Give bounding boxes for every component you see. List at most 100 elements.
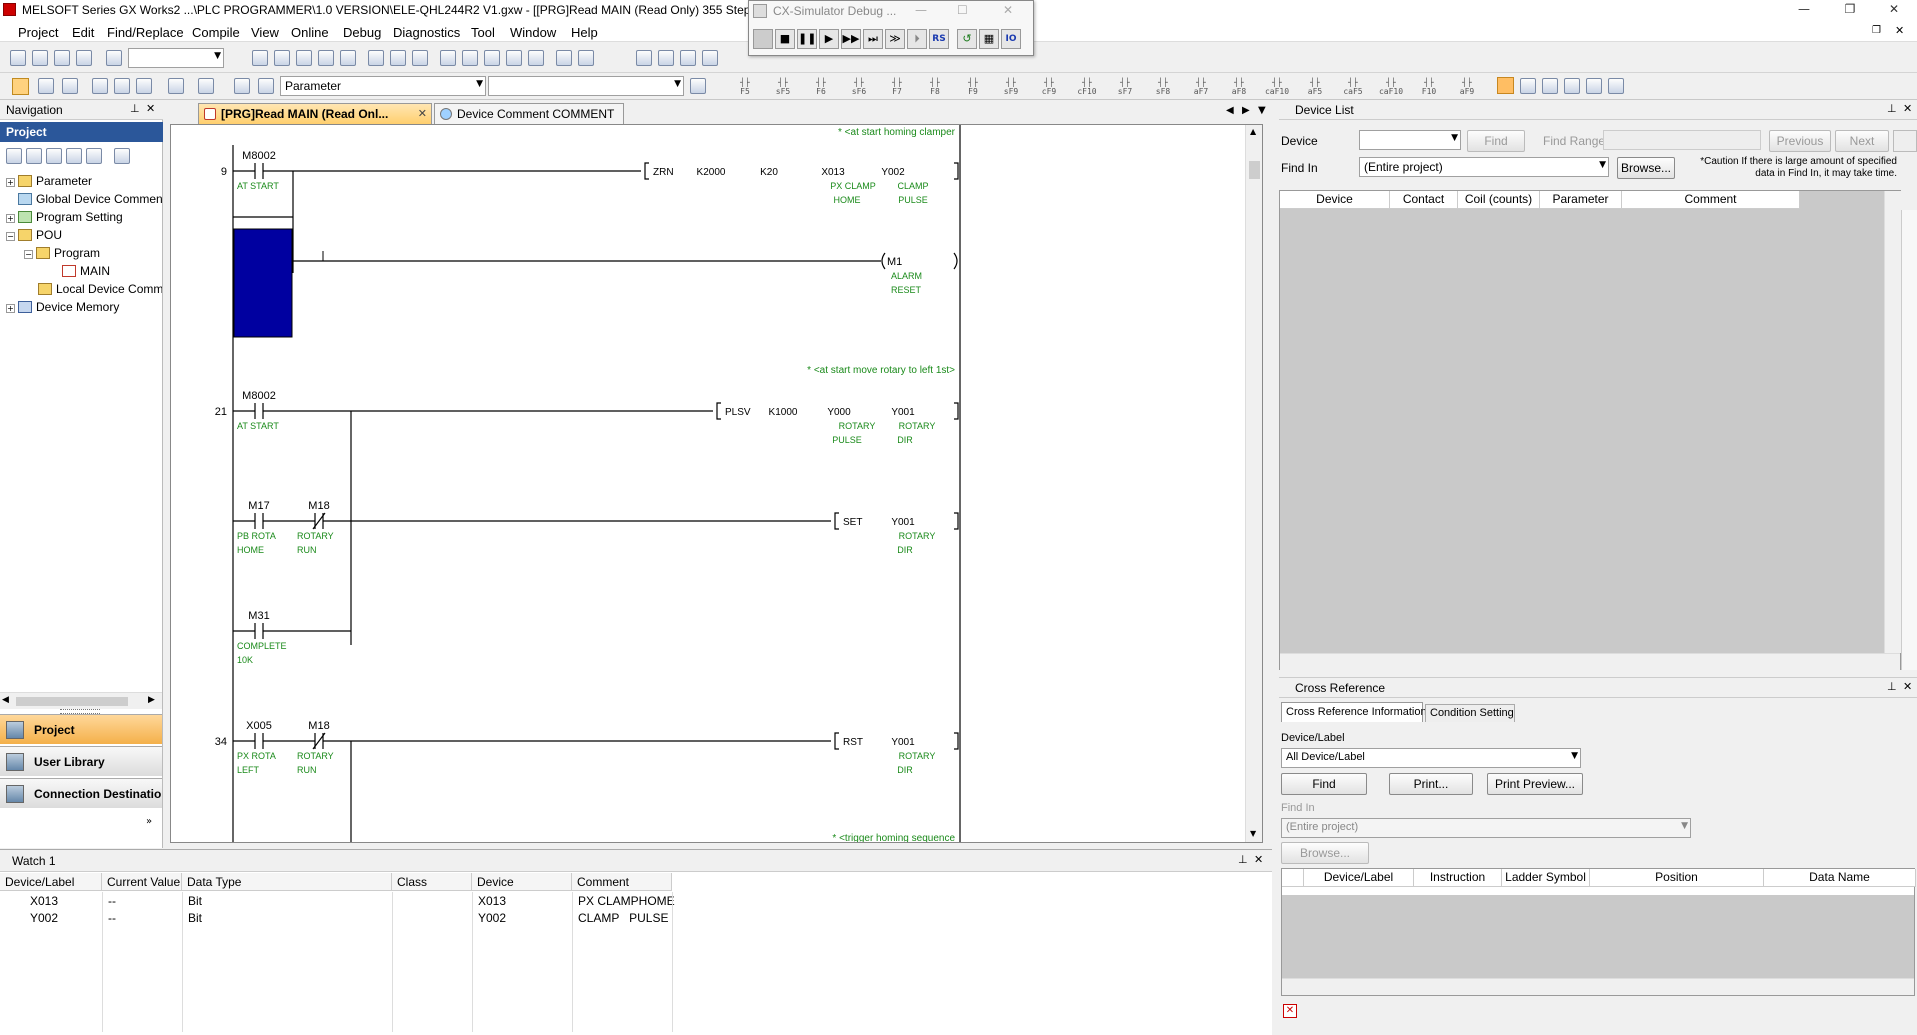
- nav-properties-icon[interactable]: [66, 148, 82, 164]
- operand[interactable]: X013: [821, 167, 845, 178]
- column-header-contact[interactable]: Contact: [1390, 191, 1458, 209]
- pin-icon[interactable]: ⊥: [1887, 680, 1897, 693]
- sim-pause-button[interactable]: ❚❚: [797, 29, 817, 49]
- column-header-ladder-symbol[interactable]: Ladder Symbol: [1502, 869, 1590, 887]
- tree-item-global-device-comment[interactable]: Global Device Comment: [18, 192, 162, 206]
- tree-item-program-setting[interactable]: + Program Setting: [6, 210, 123, 224]
- contact-device[interactable]: M31: [248, 610, 269, 622]
- menu-window[interactable]: Window: [510, 25, 556, 40]
- browse-button[interactable]: Browse...: [1617, 157, 1675, 179]
- new-project-icon[interactable]: [10, 50, 26, 66]
- scroll-thumb[interactable]: [1249, 161, 1260, 179]
- nav-more-icon[interactable]: »: [146, 816, 152, 827]
- read-mode-icon[interactable]: [1497, 77, 1514, 94]
- menu-project[interactable]: Project: [18, 25, 58, 40]
- device-list-hscrollbar[interactable]: [1280, 653, 1900, 670]
- device-label-dropdown[interactable]: All Device/Label ▼: [1281, 748, 1581, 768]
- toolbar-icon-a[interactable]: [636, 50, 652, 66]
- tree-item-main[interactable]: MAIN: [62, 264, 110, 278]
- device-list-close-icon[interactable]: ✕: [1903, 102, 1912, 115]
- help-icon[interactable]: [106, 50, 122, 66]
- sim-step-run-button[interactable]: ▶▶: [841, 29, 861, 49]
- column-header-comment[interactable]: Comment: [572, 873, 672, 891]
- property-icon[interactable]: [38, 78, 54, 94]
- ladder-symbol-button[interactable]: ┤├ sF6: [842, 78, 876, 96]
- ladder-vscrollbar[interactable]: ▲ ▼: [1245, 125, 1262, 842]
- cross-reference-close-icon[interactable]: ✕: [1903, 680, 1912, 693]
- ladder-symbol-button[interactable]: ┤├ aF8: [1222, 78, 1256, 96]
- nav-sort-icon[interactable]: [114, 148, 130, 164]
- open-project-icon[interactable]: [32, 50, 48, 66]
- ladder-symbol-button[interactable]: ┤├ F6: [804, 78, 838, 96]
- find-instruction-icon[interactable]: [390, 50, 406, 66]
- nav-connection-destination-button[interactable]: Connection Destination: [0, 778, 162, 808]
- menu-help[interactable]: Help: [571, 25, 598, 40]
- simulation-stop-icon[interactable]: [578, 50, 594, 66]
- monitor-icon[interactable]: [506, 50, 522, 66]
- ladder-symbol-button[interactable]: ┤├ F8: [918, 78, 952, 96]
- collapse-icon[interactable]: −: [24, 250, 33, 259]
- simulation-start-icon[interactable]: [556, 50, 572, 66]
- tree-item-local-device-comment[interactable]: Local Device Comment: [38, 282, 162, 296]
- ladder-symbol-button[interactable]: ┤├ sF5: [766, 78, 800, 96]
- ladder-symbol-button[interactable]: ┤├ aF9: [1450, 78, 1484, 96]
- column-header-class[interactable]: Class: [392, 873, 472, 891]
- column-header-coil[interactable]: Coil (counts): [1458, 191, 1540, 209]
- expand-icon[interactable]: +: [6, 178, 15, 187]
- ladder-symbol-button[interactable]: ┤├ cF10: [1070, 78, 1104, 96]
- ladder-symbol-button[interactable]: ┤├ caF5: [1336, 78, 1370, 96]
- simulator-close-icon[interactable]: ✕: [1003, 3, 1013, 17]
- ladder-symbol-button[interactable]: ┤├ aF5: [1298, 78, 1332, 96]
- zoom-magnifier-icon[interactable]: [1608, 78, 1624, 94]
- ladder-cursor[interactable]: [233, 228, 293, 338]
- column-header-current-value[interactable]: Current Value: [102, 873, 182, 891]
- nav-delete-icon[interactable]: [46, 148, 62, 164]
- find-range-field[interactable]: [1603, 130, 1761, 150]
- sim-step-button[interactable]: ⏭: [863, 29, 883, 49]
- column-header-parameter[interactable]: Parameter: [1540, 191, 1622, 209]
- ladder-symbol-button[interactable]: ┤├ F7: [880, 78, 914, 96]
- menu-edit[interactable]: Edit: [72, 25, 94, 40]
- operand[interactable]: Y001: [891, 517, 915, 528]
- toolbar-icon-c[interactable]: [680, 50, 696, 66]
- replace-icon[interactable]: [412, 50, 428, 66]
- menu-diagnostics[interactable]: Diagnostics: [393, 25, 460, 40]
- ladder-symbol-button[interactable]: ┤├ sF7: [1108, 78, 1142, 96]
- scroll-right-icon[interactable]: ▶: [148, 695, 155, 705]
- nav-refresh-icon[interactable]: [86, 148, 102, 164]
- contact-device[interactable]: M17: [248, 500, 269, 512]
- operand[interactable]: Y000: [827, 407, 851, 418]
- close-window-button[interactable]: ✕: [1871, 0, 1917, 20]
- ladder-symbol-button[interactable]: ┤├ F9: [956, 78, 990, 96]
- ladder-symbol-button[interactable]: ┤├ sF9: [994, 78, 1028, 96]
- mdi-restore-icon[interactable]: ❐: [1872, 25, 1881, 36]
- secondary-dropdown[interactable]: ▼: [488, 76, 684, 96]
- tab-device-comment[interactable]: Device Comment COMMENT: [434, 103, 624, 124]
- column-header-data-type[interactable]: Data Type: [182, 873, 392, 891]
- nav-user-library-button[interactable]: User Library: [0, 746, 162, 776]
- scroll-down-icon[interactable]: ▼: [1250, 829, 1256, 838]
- undo-icon[interactable]: [318, 50, 334, 66]
- column-header-instruction[interactable]: Instruction: [1414, 869, 1502, 887]
- sim-disabled-button[interactable]: ⏵: [907, 29, 927, 49]
- save-icon[interactable]: [54, 50, 70, 66]
- nav-project-button[interactable]: Project: [0, 714, 162, 744]
- contact-device[interactable]: M18: [308, 720, 329, 732]
- clear-icon[interactable]: ✕: [1283, 1004, 1297, 1018]
- element-selection-icon[interactable]: [234, 78, 250, 94]
- parameter-dropdown[interactable]: Parameter ▼: [280, 76, 486, 96]
- scroll-thumb[interactable]: [16, 697, 128, 706]
- nav-new-icon[interactable]: [6, 148, 22, 164]
- tree-item-device-memory[interactable]: + Device Memory: [6, 300, 119, 314]
- column-header-device-label[interactable]: Device/Label: [1304, 869, 1414, 887]
- sim-cycle-button[interactable]: ↺: [957, 29, 977, 49]
- collapsed-side-panel[interactable]: [1901, 210, 1917, 670]
- sim-io-button[interactable]: IO: [1001, 29, 1021, 49]
- menu-find-replace[interactable]: Find/Replace: [107, 25, 184, 40]
- contact-device[interactable]: M8002: [242, 390, 276, 402]
- operand[interactable]: K20: [760, 167, 778, 178]
- tab-list-icon[interactable]: ▼: [1258, 105, 1266, 116]
- ladder-symbol-button[interactable]: ┤├ aF7: [1184, 78, 1218, 96]
- xref-hscrollbar[interactable]: [1282, 978, 1914, 995]
- tree-item-program[interactable]: − Program: [24, 246, 100, 260]
